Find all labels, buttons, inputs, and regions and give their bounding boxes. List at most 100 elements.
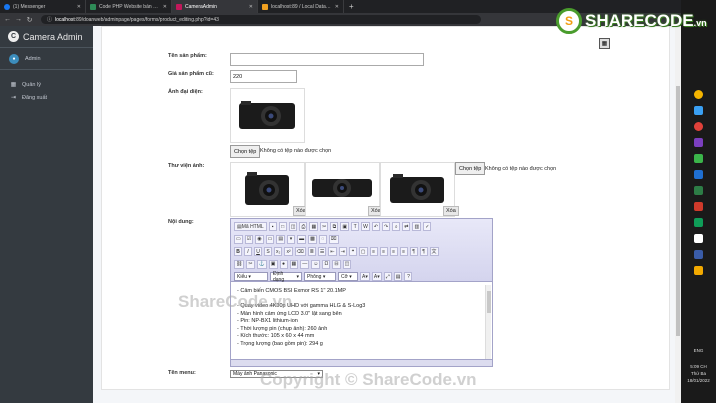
- app-icon[interactable]: [694, 234, 703, 243]
- select-icon[interactable]: ▾: [287, 234, 296, 244]
- superscript-icon[interactable]: x²: [284, 247, 293, 256]
- spellcheck-icon[interactable]: ✓: [423, 222, 432, 231]
- show-blocks-icon[interactable]: ▤: [393, 272, 403, 281]
- styles-combo[interactable]: Kiểu ▾: [234, 272, 268, 281]
- close-tab-icon[interactable]: ✕: [77, 4, 81, 10]
- chrome-icon[interactable]: [694, 90, 703, 99]
- paste-word-icon[interactable]: W: [361, 222, 370, 231]
- link-icon[interactable]: ⛓: [234, 259, 245, 269]
- radio-icon[interactable]: ◉: [255, 234, 264, 244]
- paste-icon[interactable]: ▣: [340, 222, 350, 231]
- clock-time[interactable]: 5:09 CH: [681, 364, 716, 369]
- language-indicator[interactable]: ENG: [681, 348, 716, 353]
- image-icon[interactable]: ▣: [268, 259, 278, 269]
- app-icon[interactable]: [694, 266, 703, 275]
- app-icon[interactable]: [694, 186, 703, 195]
- div-icon[interactable]: ▢: [358, 247, 368, 256]
- brand-link[interactable]: C Camera Admin: [0, 26, 93, 48]
- save-icon[interactable]: ▪: [268, 222, 277, 231]
- app-icon[interactable]: [694, 170, 703, 179]
- browser-tab-messenger[interactable]: (1) Messenger ✕: [0, 0, 86, 13]
- gallery-file-button[interactable]: Chọn tệp: [455, 162, 486, 175]
- browser-tab-code[interactable]: Code PHP Website bán máy tính ✕: [86, 0, 172, 13]
- bulleted-list-icon[interactable]: ☰: [317, 247, 327, 256]
- iframe-icon[interactable]: ◫: [342, 259, 352, 269]
- find-icon[interactable]: ⌕: [392, 222, 401, 231]
- align-left-icon[interactable]: ≡: [369, 247, 378, 256]
- paste-text-icon[interactable]: T: [351, 222, 360, 231]
- italic-icon[interactable]: I: [244, 247, 252, 256]
- format-combo[interactable]: Định dạng ▾: [270, 271, 302, 283]
- cut-icon[interactable]: ✂: [320, 222, 329, 231]
- new-page-icon[interactable]: □: [278, 222, 287, 231]
- clear-format-icon[interactable]: ⌧: [328, 234, 339, 244]
- outdent-icon[interactable]: ⇤: [328, 247, 337, 256]
- indent-icon[interactable]: ⇥: [338, 247, 347, 256]
- numbered-list-icon[interactable]: ≣: [307, 247, 316, 256]
- button-icon[interactable]: ▬: [297, 234, 307, 244]
- edge-icon[interactable]: [694, 106, 703, 115]
- horizontal-line-icon[interactable]: ―: [300, 259, 310, 269]
- remove-format-icon[interactable]: ⌫: [294, 247, 306, 256]
- browser-tab-cameraadmin[interactable]: CameraAdmin ✕: [172, 0, 258, 13]
- widget-icon[interactable]: ▦: [599, 38, 610, 49]
- bg-color-icon[interactable]: A▾: [371, 272, 382, 281]
- form-icon[interactable]: ▭: [234, 234, 243, 244]
- align-justify-icon[interactable]: ≡: [399, 247, 408, 256]
- close-tab-icon[interactable]: ✕: [163, 4, 167, 10]
- font-combo[interactable]: Phông ▾: [304, 272, 336, 281]
- select-all-icon[interactable]: ▥: [412, 222, 422, 231]
- special-char-icon[interactable]: Ω: [322, 259, 331, 269]
- sidebar-item-logout[interactable]: ⇥ Đăng xuất: [0, 91, 93, 104]
- product-name-input[interactable]: [230, 53, 424, 66]
- source-button[interactable]: ▤ Mã HTML: [234, 222, 267, 231]
- about-icon[interactable]: ?: [404, 272, 413, 281]
- flash-icon[interactable]: ●: [279, 259, 288, 269]
- blockquote-icon[interactable]: ❝: [348, 247, 357, 256]
- forward-icon[interactable]: →: [15, 16, 22, 23]
- smiley-icon[interactable]: ☺: [311, 259, 321, 269]
- bold-icon[interactable]: B: [234, 247, 242, 256]
- app-icon[interactable]: [694, 154, 703, 163]
- user-panel[interactable]: ● Admin: [0, 48, 93, 70]
- checkbox-icon[interactable]: ☑: [244, 234, 254, 244]
- editor-scroll-thumb[interactable]: [487, 291, 491, 313]
- textfield-icon[interactable]: ▭: [265, 234, 275, 244]
- editor-scrollbar[interactable]: [485, 285, 491, 359]
- hidden-field-icon[interactable]: ◌: [318, 234, 327, 244]
- subscript-icon[interactable]: x₂: [274, 247, 283, 256]
- align-right-icon[interactable]: ≡: [389, 247, 398, 256]
- sidebar-item-manage[interactable]: ▦ Quản lý: [0, 78, 93, 91]
- reload-icon[interactable]: ↻: [26, 16, 33, 24]
- preview-icon[interactable]: ◫: [288, 222, 298, 231]
- strike-icon[interactable]: S: [264, 247, 272, 256]
- text-color-icon[interactable]: A▾: [360, 272, 370, 281]
- align-center-icon[interactable]: ≡: [379, 247, 388, 256]
- editor-resize-bar[interactable]: [231, 359, 492, 366]
- copy-icon[interactable]: ⧉: [330, 222, 339, 231]
- undo-icon[interactable]: ↶: [371, 222, 381, 231]
- browser-tab-localhost[interactable]: localhost:89 / Local Databases / ... ✕: [258, 0, 344, 13]
- close-tab-icon[interactable]: ✕: [249, 4, 253, 10]
- avatar-file-button[interactable]: Chọn tệp: [230, 145, 261, 158]
- underline-icon[interactable]: U: [254, 247, 262, 256]
- anchor-icon[interactable]: ⚓: [256, 259, 267, 269]
- print-icon[interactable]: ⎙: [299, 222, 308, 231]
- app-icon[interactable]: [694, 202, 703, 211]
- app-icon[interactable]: [694, 122, 703, 131]
- new-tab-button[interactable]: +: [344, 2, 359, 11]
- app-icon[interactable]: [694, 250, 703, 259]
- image-button-icon[interactable]: ▩: [308, 234, 317, 244]
- page-break-icon[interactable]: ⊟: [332, 259, 341, 269]
- textarea-icon[interactable]: ▤: [276, 234, 286, 244]
- app-icon[interactable]: [694, 218, 703, 227]
- rtl-icon[interactable]: ¶: [419, 247, 428, 256]
- table-icon[interactable]: ▦: [289, 259, 299, 269]
- replace-icon[interactable]: ⇄: [402, 222, 411, 231]
- delete-image-button[interactable]: Xóa: [443, 206, 459, 216]
- close-tab-icon[interactable]: ✕: [335, 4, 339, 10]
- unlink-icon[interactable]: ✂: [246, 259, 255, 269]
- back-icon[interactable]: ←: [4, 16, 11, 23]
- old-price-input[interactable]: 220: [230, 70, 297, 83]
- url-input[interactable]: ⓘ localhost:89/doanweb/adminpage/pages/f…: [41, 15, 481, 24]
